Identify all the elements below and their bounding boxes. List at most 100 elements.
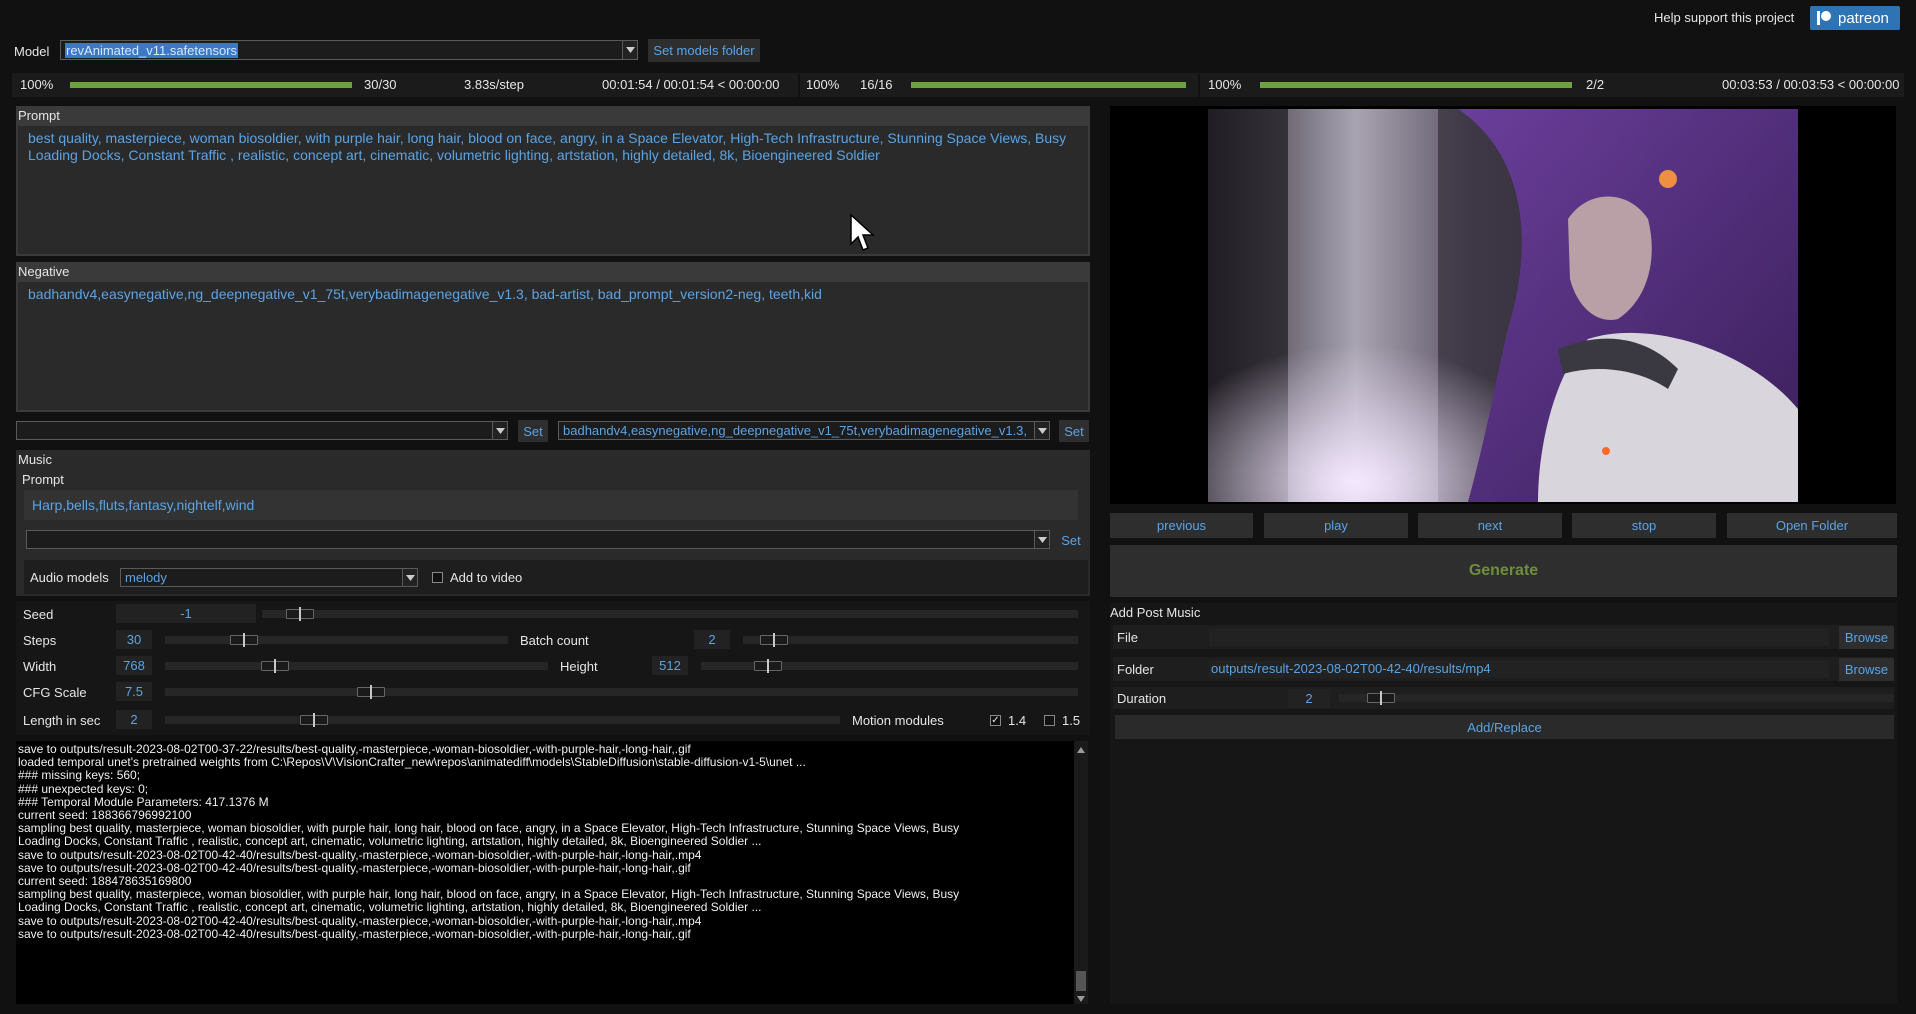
chevron-down-icon[interactable] bbox=[402, 569, 417, 586]
steps-slider[interactable] bbox=[165, 633, 508, 647]
log-line: ### unexpected keys: 0; bbox=[18, 782, 149, 796]
log-line: current seed: 188478635169800 bbox=[18, 875, 192, 889]
audio-models-label: Audio models bbox=[30, 570, 109, 585]
file-input[interactable] bbox=[1209, 629, 1829, 646]
support-text: Help support this project bbox=[1654, 10, 1795, 25]
progress3-track bbox=[1260, 82, 1572, 88]
mouse-cursor-icon bbox=[850, 213, 876, 254]
progress1-track bbox=[70, 82, 352, 88]
progress1-percent: 100% bbox=[20, 77, 54, 92]
folder-row: Folder outputs/result-2023-08-02T00-42-4… bbox=[1113, 657, 1894, 681]
add-to-video-checkbox[interactable] bbox=[432, 572, 443, 583]
log-scrollbar[interactable] bbox=[1074, 741, 1088, 1004]
next-button[interactable]: next bbox=[1418, 513, 1562, 538]
chevron-down-icon[interactable] bbox=[622, 41, 637, 59]
length-slider[interactable] bbox=[165, 713, 840, 727]
log-scroll-thumb[interactable] bbox=[1076, 971, 1086, 991]
steps-slider-thumb[interactable] bbox=[230, 633, 259, 647]
audio-model-value: melody bbox=[125, 570, 167, 585]
width-slider[interactable] bbox=[165, 659, 548, 673]
duration-input[interactable]: 2 bbox=[1288, 689, 1330, 708]
duration-slider[interactable] bbox=[1339, 691, 1894, 705]
open-folder-button[interactable]: Open Folder bbox=[1727, 513, 1897, 538]
duration-label: Duration bbox=[1117, 691, 1167, 706]
file-label: File bbox=[1117, 630, 1138, 645]
width-input[interactable]: 768 bbox=[116, 656, 152, 675]
progress3-time: 00:03:53 / 00:03:53 < 00:00:00 bbox=[1722, 77, 1900, 92]
log-line: save to outputs/result-2023-08-02T00-42-… bbox=[18, 861, 691, 875]
chevron-down-icon[interactable] bbox=[1034, 531, 1049, 548]
music-panel: Music Prompt Harp,bells,fluts,fantasy,ni… bbox=[16, 450, 1090, 596]
negative-preset-select[interactable]: badhandv4,easynegative,ng_deepnegative_v… bbox=[558, 421, 1050, 440]
progress1-fill bbox=[70, 82, 352, 88]
seed-slider-thumb[interactable] bbox=[286, 607, 315, 621]
scroll-up-icon[interactable] bbox=[1076, 743, 1086, 753]
browse-folder-button[interactable]: Browse bbox=[1839, 658, 1894, 681]
log-line: save to outputs/result-2023-08-02T00-42-… bbox=[18, 914, 702, 928]
duration-slider-thumb[interactable] bbox=[1366, 691, 1395, 705]
chevron-down-icon[interactable] bbox=[1034, 422, 1049, 439]
folder-input[interactable]: outputs/result-2023-08-02T00-42-40/resul… bbox=[1209, 661, 1829, 678]
width-slider-thumb[interactable] bbox=[260, 659, 289, 673]
steps-input[interactable]: 30 bbox=[116, 630, 152, 649]
length-label: Length in sec bbox=[23, 713, 101, 728]
add-replace-button[interactable]: Add/Replace bbox=[1115, 715, 1894, 739]
post-music-panel: Add Post Music File Browse Folder output… bbox=[1110, 603, 1897, 1004]
music-prompt-input[interactable]: Harp,bells,fluts,fantasy,nightelf,wind bbox=[24, 490, 1078, 520]
patreon-icon bbox=[1816, 10, 1832, 26]
steps-label: Steps bbox=[23, 633, 57, 648]
progress3-steps: 2/2 bbox=[1586, 77, 1605, 92]
batch-count-slider-thumb[interactable] bbox=[759, 633, 788, 647]
chevron-down-icon[interactable] bbox=[492, 422, 507, 439]
motion-15-checkbox[interactable] bbox=[1044, 715, 1055, 726]
patreon-button[interactable]: patreon bbox=[1810, 6, 1900, 30]
model-select[interactable]: revAnimated_v11.safetensors bbox=[60, 40, 638, 60]
stop-button[interactable]: stop bbox=[1572, 513, 1716, 538]
height-input[interactable]: 512 bbox=[652, 656, 688, 675]
log-line: loaded temporal unet's pretrained weight… bbox=[18, 756, 806, 770]
set-models-folder-button[interactable]: Set models folder bbox=[648, 39, 760, 62]
batch-count-input[interactable]: 2 bbox=[694, 630, 730, 649]
scroll-down-icon[interactable] bbox=[1076, 992, 1086, 1002]
prompt-preset-select[interactable] bbox=[16, 421, 508, 440]
music-preset-set-button[interactable]: Set bbox=[1056, 529, 1086, 551]
progress3-percent: 100% bbox=[1208, 77, 1242, 92]
length-slider-thumb[interactable] bbox=[300, 713, 328, 727]
model-value: revAnimated_v11.safetensors bbox=[65, 42, 239, 58]
audio-model-select[interactable]: melody bbox=[120, 568, 418, 587]
cfg-scale-slider-thumb[interactable] bbox=[356, 685, 385, 699]
length-input[interactable]: 2 bbox=[116, 710, 152, 729]
prompt-preset-set-button[interactable]: Set bbox=[518, 420, 548, 442]
batch-count-slider[interactable] bbox=[743, 633, 1078, 647]
preview-area bbox=[1110, 106, 1896, 504]
cfg-scale-input[interactable]: 7.5 bbox=[116, 682, 152, 701]
music-preset-select[interactable] bbox=[26, 530, 1050, 549]
height-slider-thumb[interactable] bbox=[753, 659, 782, 673]
progress-bar-2: 100% 16/16 bbox=[800, 73, 1198, 97]
motion-14-checkbox[interactable]: ✓ bbox=[990, 715, 1001, 726]
progress1-steps: 30/30 bbox=[364, 77, 397, 92]
log-console[interactable]: save to outputs/result-2023-08-02T00-37-… bbox=[16, 741, 1074, 1004]
negative-preset-set-button[interactable]: Set bbox=[1059, 420, 1089, 442]
log-line: ### Temporal Module Parameters: 417.1376… bbox=[18, 795, 269, 809]
seed-input[interactable]: -1 bbox=[116, 604, 256, 623]
log-line: sampling best quality, masterpiece, woma… bbox=[18, 822, 960, 836]
height-slider[interactable] bbox=[701, 659, 1078, 673]
post-music-label: Add Post Music bbox=[1110, 605, 1201, 620]
progress2-track bbox=[911, 82, 1186, 88]
log-line: current seed: 188366796992100 bbox=[18, 809, 192, 823]
progress1-speed: 3.83s/step bbox=[464, 77, 524, 92]
prompt-panel: Prompt best quality, masterpiece, woman … bbox=[16, 106, 1090, 256]
cfg-scale-slider[interactable] bbox=[165, 685, 1078, 699]
height-label: Height bbox=[560, 659, 598, 674]
seed-slider[interactable] bbox=[262, 607, 1078, 621]
log-line: ### missing keys: 560; bbox=[18, 769, 141, 783]
music-prompt-label: Prompt bbox=[22, 472, 64, 487]
prompt-textarea[interactable]: best quality, masterpiece, woman biosold… bbox=[18, 126, 1088, 254]
music-preset-value bbox=[31, 531, 1031, 548]
generate-button[interactable]: Generate bbox=[1110, 545, 1897, 597]
negative-textarea[interactable]: badhandv4,easynegative,ng_deepnegative_v… bbox=[18, 282, 1088, 410]
browse-file-button[interactable]: Browse bbox=[1839, 626, 1894, 649]
play-button[interactable]: play bbox=[1264, 513, 1408, 538]
previous-button[interactable]: previous bbox=[1110, 513, 1253, 538]
